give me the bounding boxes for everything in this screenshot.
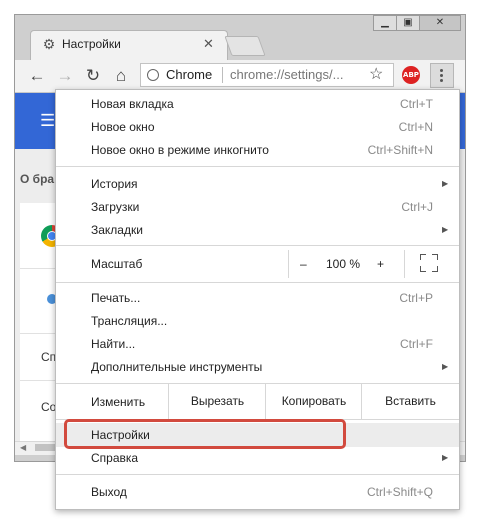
menu-item-find[interactable]: Найти... bbox=[91, 336, 135, 352]
zoom-value: 100 % bbox=[326, 257, 361, 271]
omnibox-app-name: Chrome bbox=[166, 67, 213, 82]
submenu-arrow-icon: ▶ bbox=[442, 179, 449, 188]
submenu-arrow-icon: ▶ bbox=[442, 453, 449, 462]
menu-item-new-window[interactable]: Новое окно bbox=[91, 119, 155, 135]
menu-item-new-tab[interactable]: Новая вкладка bbox=[91, 96, 174, 112]
copy-button[interactable]: Копировать bbox=[265, 384, 362, 419]
hamburger-menu-icon[interactable]: ☰ bbox=[40, 112, 55, 130]
menu-item-exit[interactable]: Выход bbox=[91, 484, 127, 500]
about-browser-heading: О бра bbox=[20, 172, 55, 186]
page-info-icon[interactable] bbox=[147, 69, 159, 81]
home-icon[interactable]: ⌂ bbox=[109, 64, 133, 88]
new-tab-button[interactable] bbox=[224, 36, 266, 56]
edit-label: Изменить bbox=[91, 395, 146, 409]
settings-row-label: Сп bbox=[41, 350, 57, 364]
omnibox-separator bbox=[222, 67, 223, 83]
menu-separator bbox=[56, 245, 459, 246]
menu-item-print[interactable]: Печать... bbox=[91, 290, 140, 306]
highlight-frame bbox=[64, 419, 346, 449]
fullscreen-icon[interactable] bbox=[420, 254, 438, 272]
scroll-left-icon[interactable]: ◀ bbox=[20, 441, 26, 454]
zoom-in-button[interactable]: + bbox=[377, 256, 384, 272]
menu-item-incognito[interactable]: Новое окно в режиме инкогнито bbox=[91, 142, 269, 158]
adblock-plus-icon[interactable]: ABP bbox=[402, 66, 420, 84]
gear-icon: ⚙ bbox=[42, 36, 56, 52]
cut-button[interactable]: Вырезать bbox=[168, 384, 266, 419]
zoom-label: Масштаб bbox=[91, 257, 143, 271]
tab-settings[interactable] bbox=[30, 30, 228, 61]
submenu-arrow-icon: ▶ bbox=[442, 362, 449, 371]
menu-item-bookmarks[interactable]: Закладки bbox=[91, 222, 143, 238]
menu-separator bbox=[56, 474, 459, 475]
shortcut-label: Ctrl+N bbox=[398, 120, 433, 134]
minimize-button[interactable]: ▁ bbox=[373, 15, 397, 31]
tab-title: Настройки bbox=[62, 37, 121, 51]
shortcut-label: Ctrl+Shift+Q bbox=[366, 485, 433, 499]
reload-icon[interactable]: ↻ bbox=[81, 64, 105, 88]
menu-item-cast[interactable]: Трансляция... bbox=[91, 313, 167, 329]
paste-button[interactable]: Вставить bbox=[361, 384, 459, 419]
menu-item-more-tools[interactable]: Дополнительные инструменты bbox=[91, 359, 262, 375]
forward-icon[interactable]: → bbox=[53, 64, 77, 88]
menu-item-history[interactable]: История bbox=[91, 176, 138, 192]
omnibox-url[interactable]: chrome://settings/... bbox=[230, 66, 343, 84]
close-window-button[interactable]: ✕ bbox=[419, 15, 461, 31]
back-icon[interactable]: ← bbox=[25, 64, 49, 88]
menu-item-help[interactable]: Справка bbox=[91, 450, 138, 466]
chrome-menu-button[interactable] bbox=[430, 63, 454, 88]
shortcut-label: Ctrl+J bbox=[401, 200, 433, 214]
maximize-button[interactable]: ▣ bbox=[396, 15, 420, 31]
menu-item-downloads[interactable]: Загрузки bbox=[91, 199, 139, 215]
shortcut-label: Ctrl+T bbox=[400, 97, 433, 111]
bookmark-star-icon[interactable]: ☆ bbox=[369, 65, 383, 85]
tab-close-icon[interactable]: ✕ bbox=[203, 36, 215, 52]
zoom-out-button[interactable]: – bbox=[300, 256, 307, 272]
submenu-arrow-icon: ▶ bbox=[442, 225, 449, 234]
shortcut-label: Ctrl+P bbox=[399, 291, 433, 305]
menu-separator bbox=[56, 166, 459, 167]
shortcut-label: Ctrl+Shift+N bbox=[367, 143, 433, 157]
shortcut-label: Ctrl+F bbox=[400, 337, 433, 351]
menu-separator bbox=[56, 282, 459, 283]
